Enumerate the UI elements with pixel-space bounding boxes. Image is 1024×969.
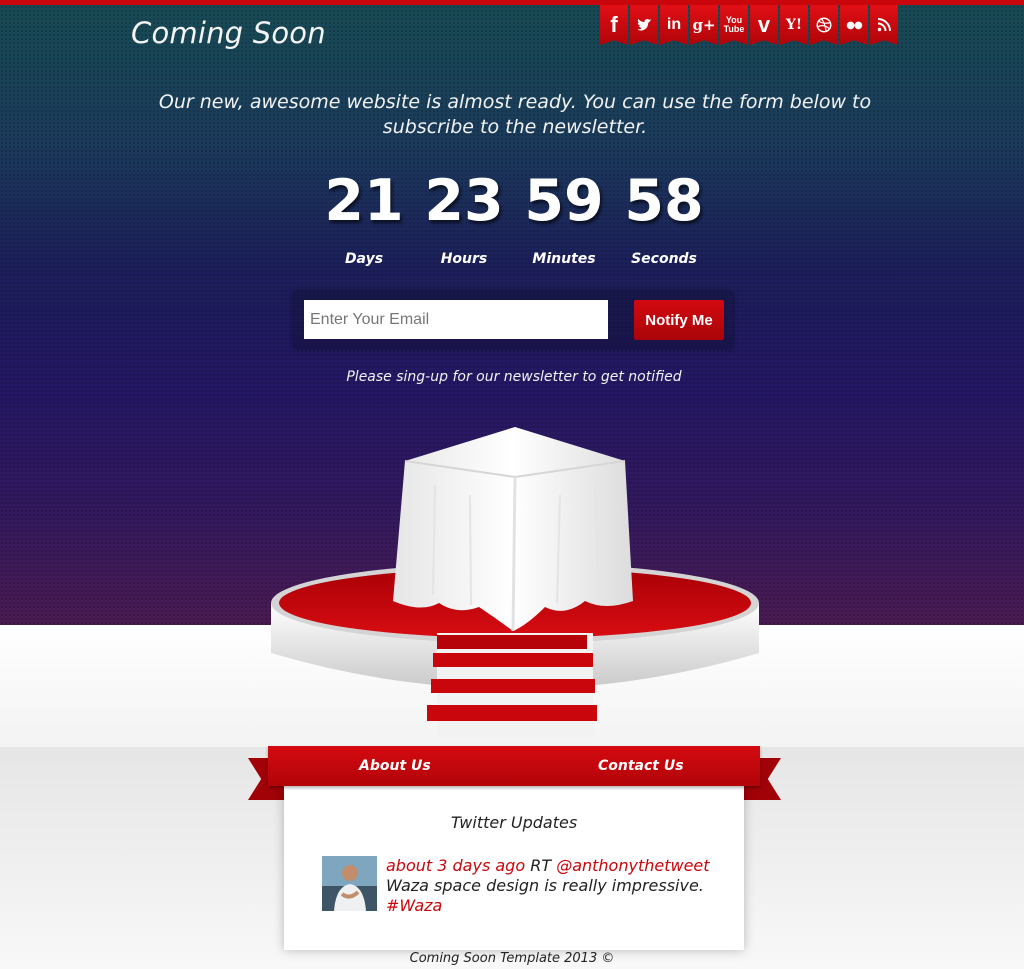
minutes-label: Minutes <box>532 251 596 267</box>
hours-value: 23 <box>424 168 504 234</box>
countdown-days: 21 Days <box>314 165 414 267</box>
days-value: 21 <box>324 168 404 234</box>
tweet-time-link[interactable]: about 3 days ago <box>386 856 525 875</box>
covered-pedestal-illustration <box>271 427 759 737</box>
minutes-value: 59 <box>524 168 604 234</box>
tweet-hashtag-link[interactable]: #Waza <box>386 896 442 915</box>
site-title: Coming Soon <box>131 16 326 50</box>
vimeo-icon[interactable]: v <box>750 5 778 45</box>
seconds-value: 58 <box>624 168 704 234</box>
countdown-timer: 21 Days 23 Hours 59 Minutes 58 Seconds <box>314 165 714 267</box>
tweet-text: Waza space design is really impressive. <box>386 876 704 895</box>
countdown-seconds: 58 Seconds <box>614 165 714 267</box>
footer-copyright: Coming Soon Template 2013 © <box>409 951 615 966</box>
rss-icon[interactable] <box>870 5 898 45</box>
tweet: about 3 days ago RT @anthonythetweet Waz… <box>386 856 716 916</box>
tweet-handle-link[interactable]: @anthonythetweet <box>556 856 709 875</box>
seconds-label: Seconds <box>631 251 697 267</box>
hours-label: Hours <box>440 251 488 267</box>
youtube-icon[interactable]: You Tube <box>720 5 748 45</box>
countdown-minutes: 59 Minutes <box>514 165 614 267</box>
tagline: Our new, awesome website is almost ready… <box>158 91 872 138</box>
footer-nav-ribbon: About Us Contact Us <box>268 746 760 786</box>
twitter-updates-title: Twitter Updates <box>450 813 578 832</box>
email-input[interactable] <box>304 300 608 339</box>
countdown-hours: 23 Hours <box>414 165 514 267</box>
twitter-icon[interactable] <box>630 5 658 45</box>
notify-me-button[interactable]: Notify Me <box>634 300 724 340</box>
signup-note: Please sing-up for our newsletter to get… <box>346 369 682 385</box>
dribbble-icon[interactable] <box>810 5 838 45</box>
avatar <box>322 856 377 911</box>
social-links: f in g+ You Tube v Y! ●● <box>600 5 898 45</box>
linkedin-icon[interactable]: in <box>660 5 688 45</box>
google-plus-icon[interactable]: g+ <box>690 5 718 45</box>
tweet-rt: RT <box>525 856 557 875</box>
facebook-icon[interactable]: f <box>600 5 628 45</box>
days-label: Days <box>344 251 384 267</box>
contact-us-link[interactable]: Contact Us <box>598 758 684 774</box>
flickr-icon[interactable]: ●● <box>840 5 868 45</box>
yahoo-icon[interactable]: Y! <box>780 5 808 45</box>
about-us-link[interactable]: About Us <box>359 758 431 774</box>
